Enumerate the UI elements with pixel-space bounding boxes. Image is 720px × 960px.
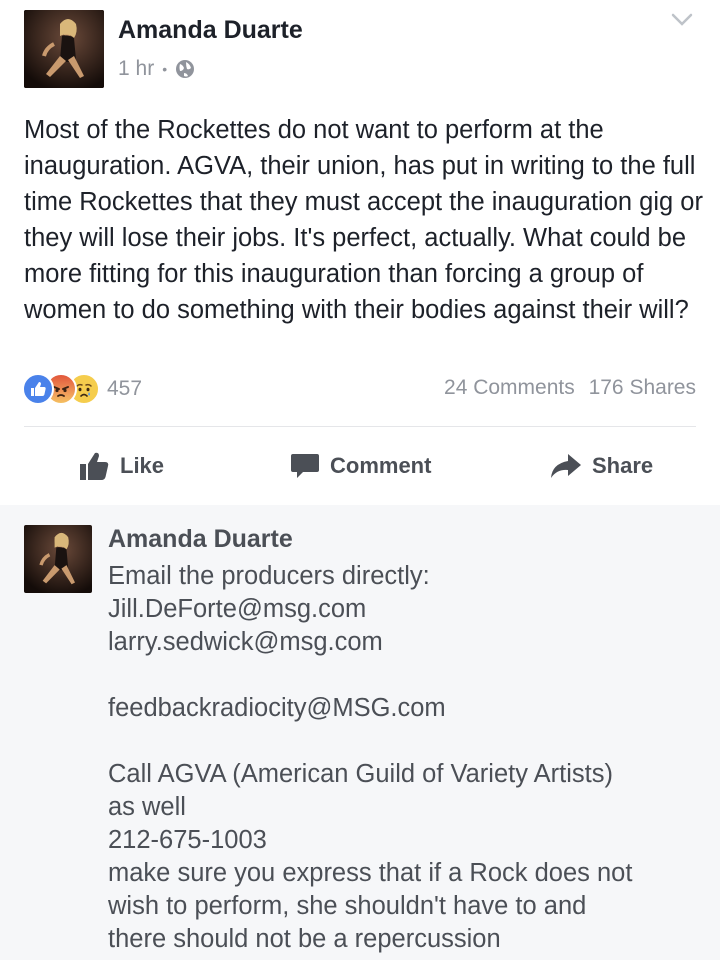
comment-icon (291, 454, 319, 478)
comment-line: Email the producers directly: (108, 562, 430, 590)
share-label: Share (592, 453, 654, 478)
like-reaction-icon (22, 373, 54, 405)
comment-line: there should not be a repercussion (108, 925, 501, 953)
comment-line: Call AGVA (American Guild of Variety Art… (108, 760, 613, 788)
comment-line-blank (108, 725, 708, 758)
share-arrow-icon (551, 454, 581, 478)
like-label: Like (120, 453, 165, 478)
comment-button[interactable]: Comment (290, 446, 431, 486)
share-button[interactable]: Share (550, 446, 653, 486)
comment-line: as well (108, 793, 186, 821)
meta-separator: • (162, 61, 168, 77)
author-avatar[interactable] (24, 10, 104, 88)
comment-line: make sure you express that if a Rock doe… (108, 859, 633, 887)
divider (24, 426, 696, 427)
comment-email-link[interactable]: Jill.DeForte@msg.com (108, 593, 708, 626)
comment-section: Amanda Duarte Email the producers direct… (0, 505, 720, 960)
reaction-count[interactable]: 457 (107, 377, 142, 401)
comment-email-link[interactable]: larry.sedwick@msg.com (108, 626, 708, 659)
post-time[interactable]: 1 hr (118, 57, 154, 81)
comment-email-link[interactable]: feedbackradiocity@MSG.com (108, 692, 708, 725)
reactions-summary[interactable]: 457 (22, 372, 142, 406)
post-stats: 24 Comments 176 Shares (444, 376, 696, 400)
like-icon (80, 452, 109, 480)
post-meta: 1 hr • (118, 57, 195, 81)
chevron-down-icon[interactable] (670, 12, 694, 28)
comment-label: Comment (330, 453, 432, 478)
shares-count[interactable]: 176 Shares (589, 376, 696, 399)
comment-phone-number[interactable]: 212-675-1003 (108, 824, 708, 857)
post-text: Most of the Rockettes do not want to per… (24, 116, 703, 324)
post-card: Amanda Duarte 1 hr • Most of the Rockett… (0, 0, 720, 505)
comment-line: wish to perform, she shouldn't have to a… (108, 892, 587, 920)
comment-text: Email the producers directly: Jill.DeFor… (108, 560, 708, 956)
post-author[interactable]: Amanda Duarte (118, 16, 303, 45)
like-button[interactable]: Like (78, 446, 164, 486)
globe-icon (176, 60, 195, 78)
comment-author-avatar[interactable] (24, 525, 92, 593)
comments-count[interactable]: 24 Comments (444, 376, 575, 399)
comment-author[interactable]: Amanda Duarte (108, 525, 293, 554)
comment-line-blank (108, 659, 708, 692)
